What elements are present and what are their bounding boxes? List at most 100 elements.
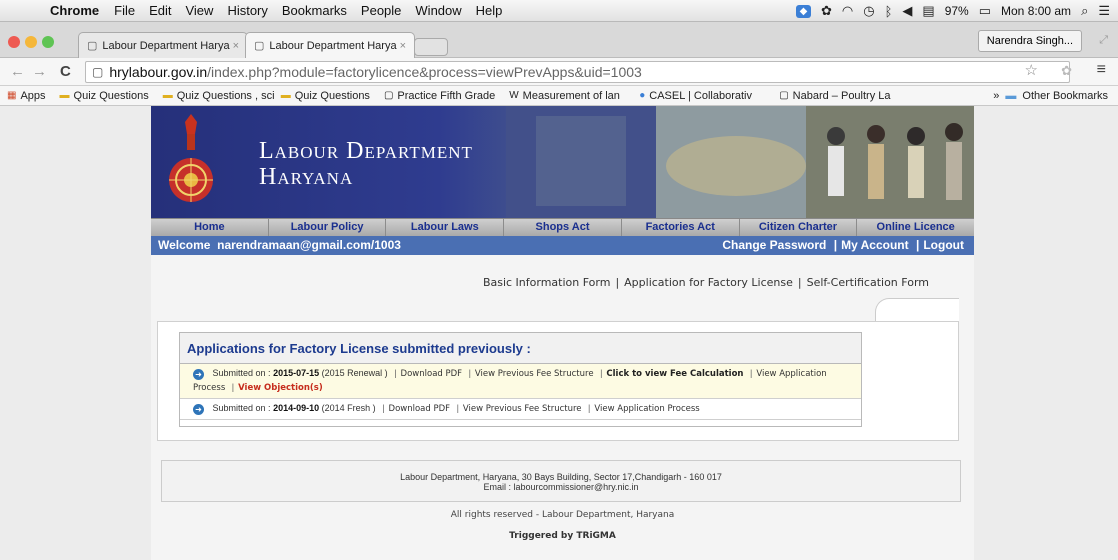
globe-icon: ● <box>639 90 646 101</box>
flag-icon[interactable]: ▤ <box>922 3 934 19</box>
download-pdf-link[interactable]: Download PDF <box>389 404 451 414</box>
menu-bookmarks[interactable]: Bookmarks <box>275 3 354 18</box>
application-row: ➜ Submitted on : 2015-07-15 (2015 Renewa… <box>180 364 861 399</box>
spotlight-icon[interactable]: ⌕ <box>1081 3 1088 19</box>
application-type: (2015 Renewal ) <box>321 368 388 378</box>
bookmark-item[interactable]: ▢ Practice Fifth Grade <box>377 90 502 102</box>
bookmark-folder-icon: ▬ <box>280 90 291 101</box>
bookmark-item[interactable]: ▬ Quiz Questions <box>53 90 156 102</box>
bookmark-star-icon[interactable]: ☆ <box>1025 61 1038 79</box>
wifi-icon[interactable]: ◠ <box>842 3 853 19</box>
other-bookmarks[interactable]: Other Bookmarks <box>1022 90 1108 102</box>
fee-calculation-link[interactable]: Click to view Fee Calculation <box>606 369 743 379</box>
nav-shops-act[interactable]: Shops Act <box>504 219 622 236</box>
welcome-bar: Welcome narendramaan@gmail.com/1003 Chan… <box>151 236 974 255</box>
extension-status-icon[interactable]: ✿ <box>821 3 832 19</box>
page-icon: ▢ <box>779 90 789 101</box>
volume-icon[interactable]: ◀ <box>902 3 912 19</box>
folder-icon: ▬ <box>1005 90 1017 102</box>
bookmark-apps[interactable]: ▦ Apps <box>0 90 53 102</box>
browser-tab-2[interactable]: ▢ Labour Department Harya × <box>245 32 415 58</box>
menu-file[interactable]: File <box>107 3 142 18</box>
bookmark-folder-icon: ▬ <box>59 90 70 101</box>
url-host: hrylabour.gov.in <box>109 64 208 80</box>
bookmark-item[interactable]: W Measurement of lan <box>502 90 632 102</box>
page-icon: ▢ <box>92 65 104 79</box>
fullscreen-icon[interactable]: ⤢ <box>1099 34 1108 47</box>
close-window-icon[interactable] <box>8 36 20 48</box>
menu-help[interactable]: Help <box>469 3 510 18</box>
close-tab-icon[interactable]: × <box>400 40 406 52</box>
submission-date: 2014-09-10 <box>273 403 320 413</box>
page-icon: ▢ <box>87 40 98 52</box>
separator: | <box>915 238 920 252</box>
address-bar[interactable]: ▢ hrylabour.gov.in /index.php?module=fac… <box>85 61 1070 83</box>
basic-information-form-link[interactable]: Basic Information Form <box>483 276 611 289</box>
logout-link[interactable]: Logout <box>923 238 964 252</box>
url-path: /index.php?module=factorylicence&process… <box>207 64 642 80</box>
main-navigation: Home Labour Policy Labour Laws Shops Act… <box>151 218 974 236</box>
menu-people[interactable]: People <box>354 3 408 18</box>
bookmarks-bar: ▦ Apps ▬ Quiz Questions ▬ Quiz Questions , … <box>0 86 1118 106</box>
profile-button[interactable]: Narendra Singh... <box>977 30 1082 52</box>
previous-fee-structure-link[interactable]: View Previous Fee Structure <box>463 404 582 414</box>
menu-window[interactable]: Window <box>408 3 468 18</box>
battery-icon[interactable]: ▭ <box>979 3 991 19</box>
self-certification-form-link[interactable]: Self-Certification Form <box>807 276 929 289</box>
view-objections-link[interactable]: View Objection(s) <box>238 383 323 393</box>
page-icon: ▢ <box>254 40 265 52</box>
back-icon[interactable]: ← <box>10 63 25 80</box>
submission-date: 2015-07-15 <box>273 368 320 378</box>
application-process-link[interactable]: View Application Process <box>594 404 699 414</box>
previous-applications-panel: Applications for Factory License submitt… <box>179 332 862 427</box>
menu-edit[interactable]: Edit <box>142 3 178 18</box>
my-account-link[interactable]: My Account <box>841 238 909 252</box>
nav-home[interactable]: Home <box>151 219 269 236</box>
bookmarks-overflow: » ▬ Other Bookmarks <box>993 86 1108 106</box>
copyright-text: All rights reserved - Labour Department,… <box>450 510 675 520</box>
previous-fee-structure-link[interactable]: View Previous Fee Structure <box>475 369 594 379</box>
trigma-link[interactable]: TRiGMA <box>576 531 615 541</box>
menubar-app-name[interactable]: Chrome <box>40 3 107 18</box>
nav-labour-policy[interactable]: Labour Policy <box>269 219 387 236</box>
bookmark-item[interactable]: ● CASEL | Collaborativ <box>632 90 772 102</box>
application-type: (2014 Fresh ) <box>321 403 376 413</box>
chrome-menu-icon[interactable]: ≡ <box>1097 61 1106 79</box>
separator: | <box>833 238 838 252</box>
reload-icon[interactable]: C <box>60 63 71 80</box>
window-controls <box>8 36 54 48</box>
close-tab-icon[interactable]: × <box>233 40 239 52</box>
clock[interactable]: Mon 8:00 am <box>1001 4 1071 18</box>
minimize-window-icon[interactable] <box>25 36 37 48</box>
time-machine-icon[interactable]: ◷ <box>863 3 874 19</box>
download-pdf-link[interactable]: Download PDF <box>401 369 463 379</box>
battery-percent[interactable]: 97% <box>945 4 969 18</box>
more-bookmarks-chevron[interactable]: » <box>993 90 999 102</box>
nav-factories-act[interactable]: Factories Act <box>622 219 740 236</box>
site-container: Labour Department Haryana Home Labour Po… <box>151 106 974 560</box>
bookmark-item[interactable]: ▬ Quiz Questions , sci <box>156 90 274 102</box>
menu-view[interactable]: View <box>178 3 220 18</box>
nav-citizen-charter[interactable]: Citizen Charter <box>740 219 858 236</box>
bookmark-item[interactable]: ▢ Nabard – Poultry La <box>772 90 912 102</box>
extension-icon[interactable]: ✿ <box>1061 63 1072 79</box>
forward-icon[interactable]: → <box>32 63 47 80</box>
zoom-window-icon[interactable] <box>42 36 54 48</box>
notification-center-icon[interactable]: ☰ <box>1098 3 1110 19</box>
bluetooth-icon[interactable]: ᛒ <box>885 4 893 19</box>
dropbox-icon[interactable]: ◆ <box>795 4 811 18</box>
bookmark-folder-icon: ▬ <box>162 90 173 101</box>
page-viewport: Labour Department Haryana Home Labour Po… <box>0 106 1118 560</box>
factory-license-application-link[interactable]: Application for Factory License <box>624 276 793 289</box>
site-title: Labour Department Haryana <box>259 138 473 190</box>
page-icon: ▢ <box>383 90 394 101</box>
menu-history[interactable]: History <box>220 3 274 18</box>
nav-online-licence[interactable]: Online Licence <box>857 219 974 236</box>
change-password-link[interactable]: Change Password <box>722 238 826 252</box>
browser-tab-1[interactable]: ▢ Labour Department Harya × <box>78 32 248 58</box>
nav-labour-laws[interactable]: Labour Laws <box>386 219 505 236</box>
new-tab-button[interactable] <box>414 38 448 56</box>
bookmark-item[interactable]: ▬ Quiz Questions <box>274 90 377 102</box>
arrow-right-icon: ➜ <box>193 404 204 415</box>
application-row: ➜ Submitted on : 2014-09-10 (2014 Fresh … <box>180 399 861 420</box>
